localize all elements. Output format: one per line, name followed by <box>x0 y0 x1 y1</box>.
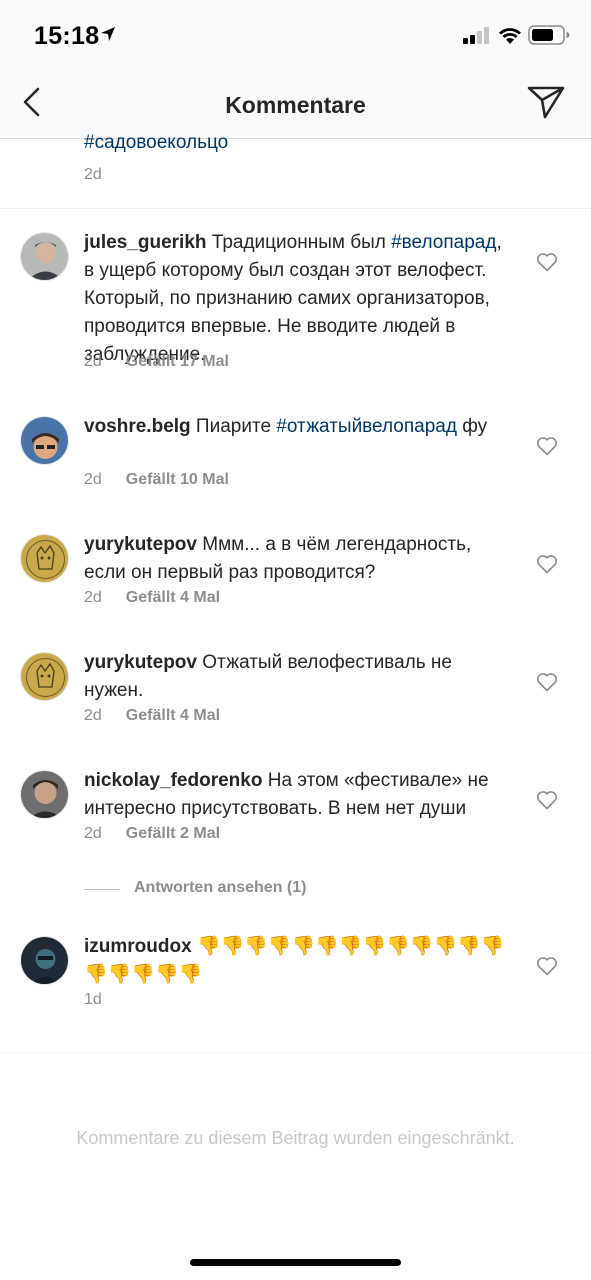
divider <box>0 1052 591 1053</box>
location-arrow-icon <box>101 27 115 41</box>
avatar[interactable] <box>20 770 69 819</box>
avatar[interactable] <box>20 652 69 701</box>
comment-username[interactable]: jules_guerikh <box>84 232 207 253</box>
comment-text: nickolay_fedorenko На этом «фестивале» н… <box>84 767 514 823</box>
comment-username[interactable]: yurykutepov <box>84 534 197 555</box>
comment-text: jules_guerikh Традиционным был #велопара… <box>84 229 514 369</box>
replies-divider-line <box>84 889 120 890</box>
battery-icon <box>528 25 570 45</box>
comment-username[interactable]: izumroudox <box>84 936 192 957</box>
nav-header: Kommentare <box>0 66 591 139</box>
comment-username[interactable]: yurykutepov <box>84 652 197 673</box>
cellular-signal-icon <box>463 27 489 44</box>
comment-age: 2d <box>84 353 102 370</box>
comment-hashtag[interactable]: #отжатыйвелопарад <box>276 416 457 437</box>
home-indicator[interactable] <box>190 1259 401 1266</box>
send-direct-icon[interactable] <box>526 84 566 120</box>
comment-body: фу <box>456 416 488 437</box>
comment-age: 1d <box>84 991 102 1008</box>
comment-body: Традиционным был <box>206 232 392 253</box>
avatar[interactable] <box>20 416 69 465</box>
comment-likes[interactable]: Gefällt 4 Mal <box>126 707 220 724</box>
comment-likes[interactable]: Gefällt 10 Mal <box>126 471 229 488</box>
comment-meta: 2d Gefällt 17 Mal <box>84 353 229 371</box>
comment-meta: 2d Gefällt 4 Mal <box>84 589 220 607</box>
avatar[interactable] <box>20 534 69 583</box>
heart-icon[interactable] <box>536 252 558 272</box>
comment-likes[interactable]: Gefällt 17 Mal <box>126 353 229 370</box>
comment-body: Пиарите <box>190 416 277 437</box>
page-title: Kommentare <box>225 92 366 118</box>
comment-age: 2d <box>84 589 102 606</box>
heart-icon[interactable] <box>536 790 558 810</box>
heart-icon[interactable] <box>536 672 558 692</box>
comment-hashtag[interactable]: #велопарад <box>391 232 496 253</box>
avatar[interactable] <box>20 232 69 281</box>
comment-text: izumroudox 👎👎👎👎👎👎👎👎👎👎👎👎👎👎👎👎👎👎 <box>84 933 514 989</box>
comments-restricted-notice: Kommentare zu diesem Beitrag wurden eing… <box>76 1128 515 1148</box>
divider <box>0 208 591 209</box>
comment-likes[interactable]: Gefällt 4 Mal <box>126 589 220 606</box>
comment-meta: 2d Gefällt 4 Mal <box>84 707 220 725</box>
heart-icon[interactable] <box>536 554 558 574</box>
comment-meta: 1d <box>84 991 102 1009</box>
avatar[interactable] <box>20 936 69 985</box>
caption-hashtag-link[interactable]: #садовоекольцо <box>84 132 228 154</box>
heart-icon[interactable] <box>536 436 558 456</box>
comment-username[interactable]: nickolay_fedorenko <box>84 770 262 791</box>
comment-meta: 2d Gefällt 2 Mal <box>84 825 220 843</box>
status-time: 15:18 <box>34 22 100 50</box>
wifi-icon <box>499 28 521 44</box>
view-replies-label: Antworten ansehen (1) <box>134 879 307 896</box>
comment-username[interactable]: voshre.belg <box>84 416 191 437</box>
status-bar: 15:18 <box>0 0 591 66</box>
caption-age: 2d <box>84 166 102 183</box>
comment-likes[interactable]: Gefällt 2 Mal <box>126 825 220 842</box>
heart-icon[interactable] <box>536 956 558 976</box>
comment-age: 2d <box>84 825 102 842</box>
comment-text: voshre.belg Пиарите #отжатыйвелопарад фу <box>84 413 514 441</box>
comment-age: 2d <box>84 707 102 724</box>
comment-text: yurykutepov Ммм... а в чём легендарность… <box>84 531 514 587</box>
comment-text: yurykutepov Отжатый велофестиваль не нуж… <box>84 649 514 705</box>
comment-meta: 2d Gefällt 10 Mal <box>84 471 229 489</box>
comment-age: 2d <box>84 471 102 488</box>
